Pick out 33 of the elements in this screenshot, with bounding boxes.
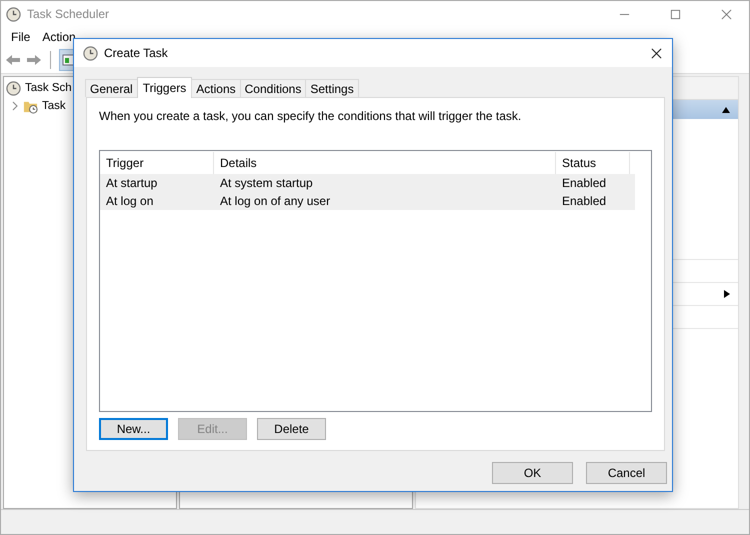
trigger-row[interactable]: At log on At log on of any user Enabled — [100, 192, 635, 210]
expand-chevron-icon[interactable] — [11, 101, 19, 111]
tree-item[interactable]: Task — [42, 100, 66, 112]
menu-item[interactable]: Action — [42, 30, 76, 44]
back-arrow-icon[interactable] — [5, 52, 21, 68]
table-cell-text: At startup — [105, 176, 158, 190]
list-button[interactable]: Delete — [257, 418, 326, 440]
list-button[interactable]: New... — [99, 418, 168, 440]
table-cell-text: Enabled — [561, 194, 608, 208]
clock-icon — [83, 46, 98, 60]
clock-icon — [6, 80, 21, 96]
clock-icon — [6, 6, 21, 22]
table-cell-text: At log on of any user — [219, 194, 332, 208]
submenu-arrow-icon[interactable] — [724, 290, 730, 298]
tree-item[interactable]: Task Sch — [25, 82, 72, 94]
close-icon[interactable] — [651, 48, 662, 58]
forward-arrow-icon[interactable] — [26, 52, 42, 68]
tab[interactable]: Triggers — [136, 77, 192, 98]
table-cell-text: At log on — [105, 194, 154, 208]
collapse-arrow-icon[interactable] — [722, 106, 730, 112]
table-cell-text: At system startup — [219, 176, 314, 190]
trigger-row[interactable]: At startup At system startup Enabled — [100, 174, 635, 192]
table-cell-text: Enabled — [561, 176, 608, 190]
window-title: Task Scheduler — [27, 7, 110, 21]
tab[interactable]: Actions — [191, 79, 241, 97]
menu-item[interactable]: File — [11, 30, 30, 44]
tab[interactable]: Settings — [305, 79, 359, 97]
maximize-icon[interactable] — [670, 8, 681, 20]
dialog-button[interactable]: Cancel — [586, 462, 667, 484]
dialog-title: Create Task — [104, 46, 168, 60]
description-text: When you create a task, you can specify the conditions that will trigger the task. — [99, 109, 522, 123]
dialog-button[interactable]: OK — [492, 462, 573, 484]
tab[interactable]: General — [85, 79, 138, 97]
